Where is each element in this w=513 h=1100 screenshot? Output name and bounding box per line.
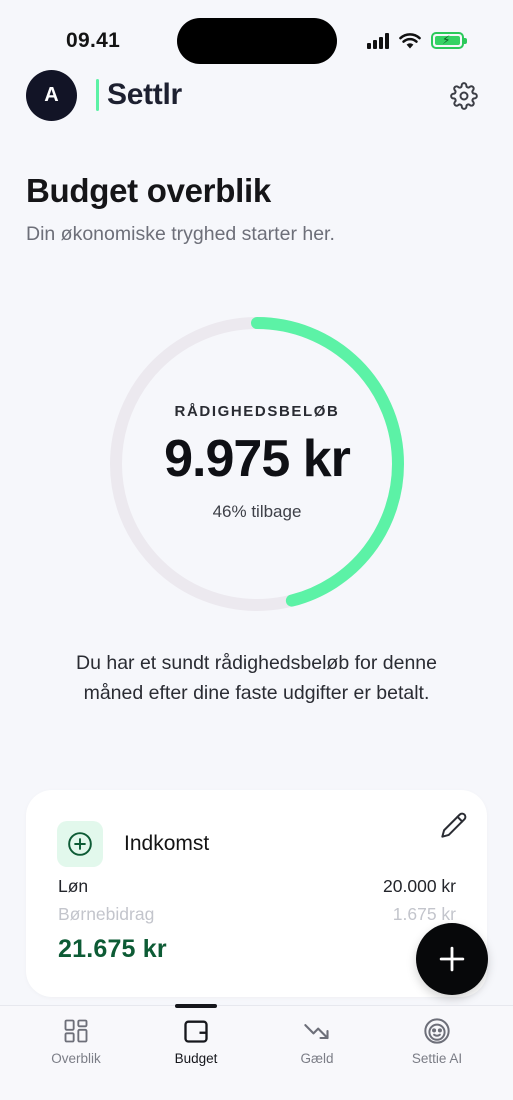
brand-logo: Settlr <box>96 78 182 112</box>
page-title: Budget overblik <box>26 172 271 209</box>
trend-down-icon <box>304 1024 329 1040</box>
dynamic-island <box>177 18 337 64</box>
brand-name: Settlr <box>107 78 182 111</box>
grid-icon <box>64 1019 88 1043</box>
income-row: Børnebidrag 1.675 kr <box>58 904 456 925</box>
income-row-value: 1.675 kr <box>392 904 456 924</box>
page-subtitle: Din økonomiske tryghed starter her. <box>26 223 335 245</box>
tab-gaeld[interactable]: Gæld <box>267 1006 367 1086</box>
income-row-value: 20.000 kr <box>383 876 456 896</box>
plus-icon <box>439 946 465 972</box>
wifi-icon <box>399 33 421 49</box>
tab-overblik[interactable]: Overblik <box>26 1006 126 1086</box>
available-amount: 9.975 kr <box>164 430 351 488</box>
smiley-icon <box>424 1018 450 1044</box>
cellular-signal-icon <box>367 32 389 49</box>
tab-bar: Overblik Budget Gæld Settie AI <box>0 1004 513 1100</box>
avatar[interactable]: A <box>26 70 77 121</box>
budget-info-text: Du har et sundt rådighedsbeløb for denne… <box>76 652 437 704</box>
brand-accent-bar <box>96 79 99 111</box>
avatar-initial: A <box>44 84 59 106</box>
tab-label: Budget <box>174 1051 218 1066</box>
remaining-percentage: 46% tilbage <box>212 502 302 521</box>
tab-budget[interactable]: Budget <box>146 1004 246 1086</box>
tab-label: Overblik <box>51 1051 101 1066</box>
ring-label: RÅDIGHEDSBELØB <box>174 403 340 420</box>
wallet-icon <box>184 1020 208 1043</box>
status-icons: ⚡ <box>367 32 467 49</box>
battery-icon: ⚡ <box>431 32 467 49</box>
status-bar: 09.41 ⚡ <box>0 0 513 70</box>
plus-circle-icon <box>57 821 103 867</box>
income-row: Løn 20.000 kr <box>58 876 456 897</box>
tab-label: Settie AI <box>411 1051 463 1066</box>
status-time: 09.41 <box>66 29 121 52</box>
add-button[interactable] <box>416 923 488 995</box>
budget-ring: RÅDIGHEDSBELØB 9.975 kr 46% tilbage <box>102 309 412 619</box>
gear-icon[interactable] <box>450 82 478 110</box>
pencil-icon[interactable] <box>440 811 468 839</box>
active-tab-indicator <box>175 1004 217 1008</box>
income-card-title: Indkomst <box>124 832 210 855</box>
income-row-label: Børnebidrag <box>58 904 155 924</box>
income-row-label: Løn <box>58 876 89 896</box>
income-total: 21.675 kr <box>58 935 167 963</box>
tab-label: Gæld <box>300 1051 334 1066</box>
tab-settie-ai[interactable]: Settie AI <box>387 1006 487 1086</box>
